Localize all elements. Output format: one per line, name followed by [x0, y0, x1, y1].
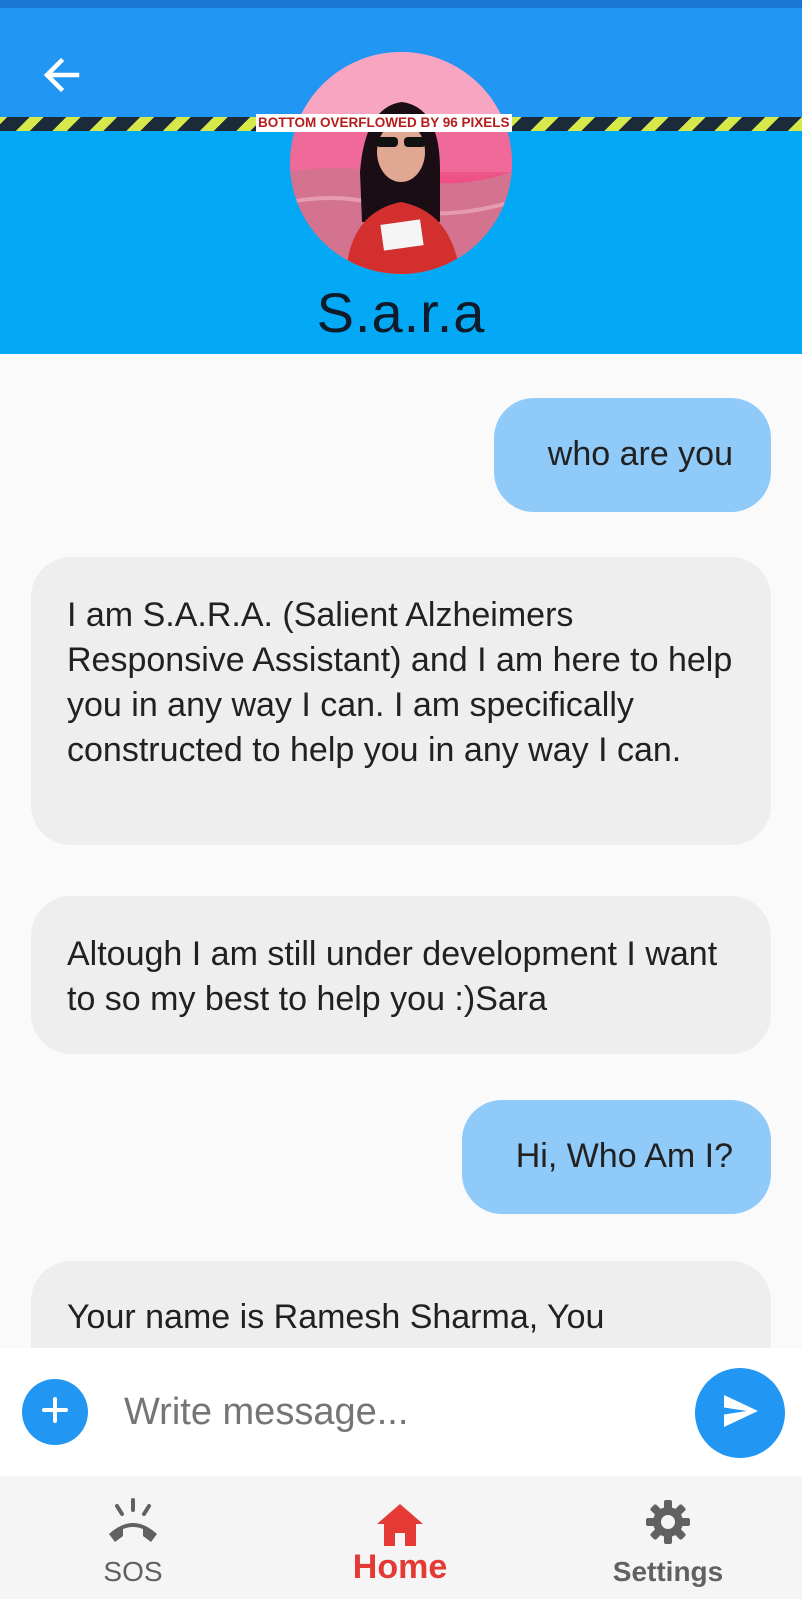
message-text: Altough I am still under development I w… — [67, 935, 718, 1018]
bot-name-title: S.a.r.a — [316, 281, 486, 344]
message-text: Your name is Ramesh Sharma, You — [67, 1298, 605, 1336]
bot-avatar — [290, 52, 512, 274]
gear-icon — [568, 1498, 768, 1550]
overflow-warning-label: BOTTOM OVERFLOWED BY 96 PIXELS — [256, 114, 512, 132]
nav-item-sos[interactable]: SOS — [33, 1476, 233, 1599]
chat-messages[interactable]: who are you I am S.A.R.A. (Salient Alzhe… — [0, 354, 802, 1348]
plus-icon — [40, 1395, 70, 1430]
nav-item-settings[interactable]: Settings — [568, 1476, 768, 1599]
message-bubble-user: Hi, Who Am I? — [462, 1100, 771, 1214]
message-composer — [0, 1348, 802, 1476]
message-bubble-user: who are you — [494, 398, 771, 512]
message-text: who are you — [547, 435, 733, 473]
attach-button[interactable] — [22, 1379, 88, 1445]
nav-label: Home — [352, 1548, 448, 1586]
nav-label: Settings — [612, 1556, 724, 1587]
message-bubble-bot: Altough I am still under development I w… — [31, 896, 771, 1054]
nav-item-home[interactable]: Home — [300, 1476, 500, 1599]
bottom-navigation: SOS Home Settings — [0, 1476, 802, 1599]
arrow-left-icon — [41, 55, 81, 100]
message-text: I am S.A.R.A. (Salient Alzheimers Respon… — [67, 596, 733, 769]
message-text: Hi, Who Am I? — [515, 1137, 733, 1175]
back-button[interactable] — [36, 52, 86, 102]
send-button[interactable] — [695, 1368, 785, 1458]
message-bubble-bot: Your name is Ramesh Sharma, You — [31, 1261, 771, 1348]
message-input[interactable] — [122, 1378, 666, 1446]
send-icon — [720, 1391, 760, 1436]
message-bubble-bot: I am S.A.R.A. (Salient Alzheimers Respon… — [31, 557, 771, 845]
phone-alert-icon — [33, 1498, 233, 1550]
home-icon — [300, 1498, 500, 1550]
status-strip — [0, 0, 802, 8]
nav-label: SOS — [103, 1556, 163, 1587]
